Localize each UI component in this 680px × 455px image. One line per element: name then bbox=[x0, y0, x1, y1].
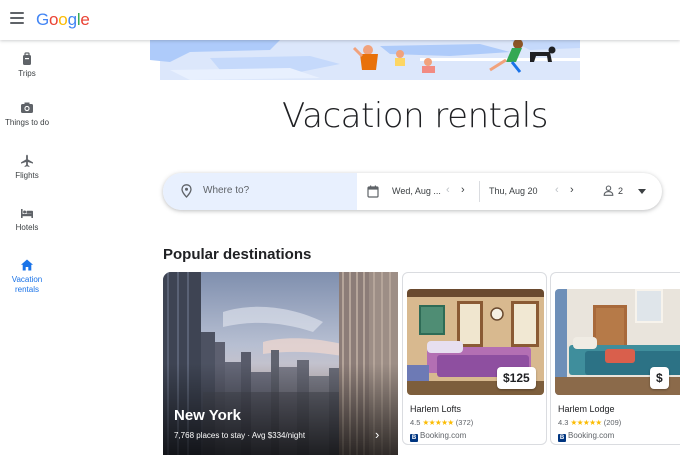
destination-card-new-york[interactable]: New York 7,768 places to stay · Avg $334… bbox=[163, 272, 398, 455]
check-in-next-icon[interactable]: › bbox=[461, 184, 465, 196]
google-logo[interactable]: Google bbox=[36, 10, 90, 30]
person-icon bbox=[603, 185, 614, 196]
where-to-input[interactable]: Where to? bbox=[163, 173, 357, 210]
sidebar-item-things-to-do[interactable]: Things to do bbox=[0, 101, 54, 128]
destination-subtitle: 7,768 places to stay · Avg $334/night bbox=[174, 431, 306, 440]
check-in-prev-icon[interactable]: ‹ bbox=[446, 184, 450, 196]
sidebar-item-flights[interactable]: Flights bbox=[0, 154, 54, 181]
logo-letter: G bbox=[36, 10, 50, 29]
star-icon: ★★★★★ bbox=[422, 418, 455, 427]
chevron-right-icon[interactable]: › bbox=[375, 427, 379, 442]
guests-selector[interactable]: 2 bbox=[600, 173, 660, 210]
listing-price: $125 bbox=[497, 367, 536, 389]
logo-letter: g bbox=[67, 10, 77, 29]
listing-price: $ bbox=[650, 367, 669, 389]
sidebar-item-label: Vacation rentals bbox=[11, 275, 43, 294]
sidebar-item-label: Things to do bbox=[4, 118, 50, 127]
check-out-next-icon[interactable]: › bbox=[570, 184, 574, 196]
sidebar-item-label: Hotels bbox=[15, 223, 39, 232]
review-count: (209) bbox=[603, 418, 622, 427]
provider-name: Booking.com bbox=[568, 431, 615, 440]
calendar-icon bbox=[367, 185, 379, 198]
star-icon: ★★★★★ bbox=[570, 418, 603, 427]
check-out-prev-icon[interactable]: ‹ bbox=[555, 184, 559, 196]
location-pin-icon bbox=[181, 184, 192, 198]
logo-letter: e bbox=[80, 10, 90, 29]
search-bar: Where to? Wed, Aug ... ‹ › Thu, Aug 20 ‹… bbox=[163, 173, 662, 210]
popular-destinations-heading: Popular destinations bbox=[163, 246, 312, 263]
page-title: Vacation rentals bbox=[282, 96, 548, 136]
destination-name: New York bbox=[174, 407, 241, 424]
sidebar-nav: Trips Things to do Flights Hotels Vacati… bbox=[0, 40, 54, 455]
top-bar: Google bbox=[0, 0, 680, 40]
listing-rating: 4.5 ★★★★★ (372) bbox=[410, 418, 473, 427]
check-out-date: Thu, Aug 20 bbox=[489, 186, 538, 196]
listing-rating: 4.3 ★★★★★ (209) bbox=[558, 418, 621, 427]
camera-icon bbox=[21, 102, 33, 113]
date-divider bbox=[479, 181, 480, 202]
booking-logo-icon: B bbox=[558, 434, 566, 442]
check-out-field[interactable]: Thu, Aug 20 bbox=[481, 173, 591, 210]
listing-name: Harlem Lodge bbox=[558, 404, 615, 414]
sidebar-item-label: Flights bbox=[15, 171, 39, 180]
where-to-placeholder: Where to? bbox=[203, 185, 250, 196]
review-count: (372) bbox=[455, 418, 474, 427]
listing-card-harlem-lofts[interactable]: $125 Harlem Lofts 4.5 ★★★★★ (372) B Booki… bbox=[402, 272, 547, 445]
sidebar-item-hotels[interactable]: Hotels bbox=[0, 206, 54, 233]
home-icon bbox=[21, 259, 33, 271]
sidebar-item-vacation-rentals[interactable]: Vacation rentals bbox=[0, 258, 54, 295]
booking-logo-icon: B bbox=[410, 434, 418, 442]
menu-icon[interactable] bbox=[10, 12, 24, 26]
listing-provider: B Booking.com bbox=[410, 431, 466, 442]
rating-value: 4.3 bbox=[558, 418, 569, 427]
new-york-skyline-image bbox=[163, 272, 398, 455]
provider-name: Booking.com bbox=[420, 431, 467, 440]
rating-value: 4.5 bbox=[410, 418, 421, 427]
logo-letter: o bbox=[49, 10, 59, 29]
bed-icon bbox=[21, 209, 33, 218]
check-in-date: Wed, Aug ... bbox=[392, 186, 441, 196]
dropdown-caret-icon bbox=[638, 189, 646, 194]
logo-letter: o bbox=[58, 10, 68, 29]
sidebar-item-label: Trips bbox=[18, 69, 36, 78]
listing-provider: B Booking.com bbox=[558, 431, 614, 442]
listing-card-harlem-lodge[interactable]: $ Harlem Lodge 4.3 ★★★★★ (209) B Booking.… bbox=[550, 272, 680, 445]
luggage-icon bbox=[23, 52, 31, 65]
sidebar-item-trips[interactable]: Trips bbox=[0, 52, 54, 79]
listing-name: Harlem Lofts bbox=[410, 404, 462, 414]
guest-count: 2 bbox=[618, 186, 624, 196]
airplane-icon bbox=[21, 154, 33, 167]
hero-illustration bbox=[150, 40, 680, 86]
